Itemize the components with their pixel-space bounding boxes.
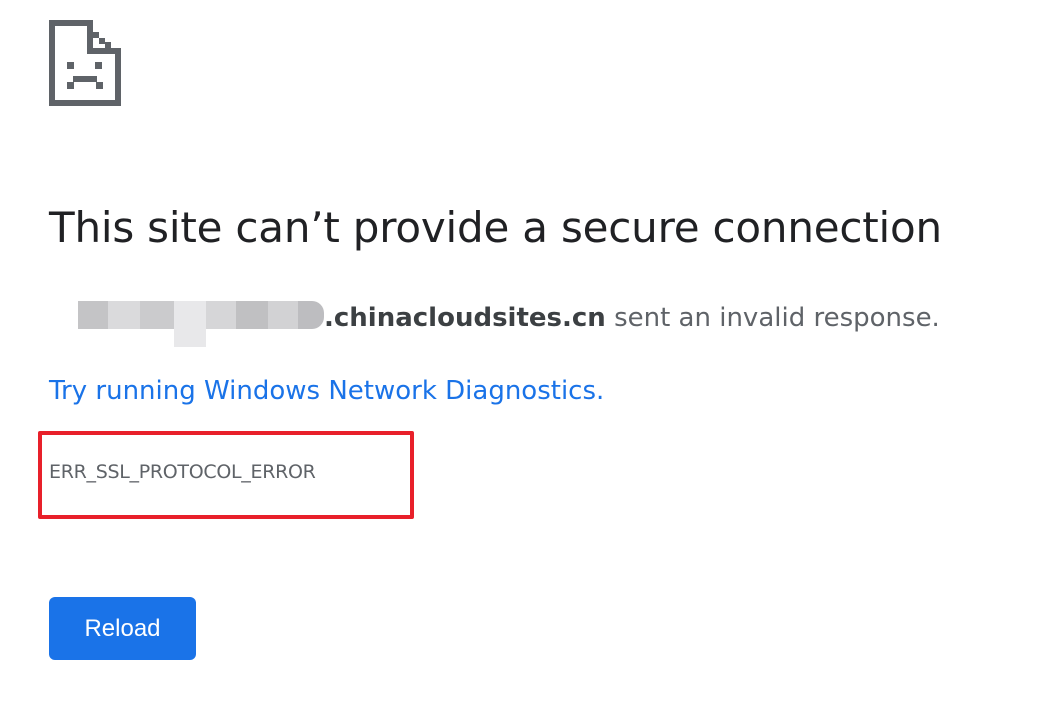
reload-button[interactable]: Reload	[49, 597, 196, 660]
error-code: ERR_SSL_PROTOCOL_ERROR	[49, 461, 316, 483]
network-diagnostics-link[interactable]: Try running Windows Network Diagnostics.	[49, 376, 604, 406]
page-title: This site can’t provide a secure connect…	[49, 203, 942, 252]
host-name: .chinacloudsites.cn	[324, 303, 606, 333]
redacted-hostname-block	[78, 299, 324, 347]
error-summary: .chinacloudsites.cn sent an invalid resp…	[78, 298, 940, 347]
sad-page-icon	[49, 20, 121, 106]
summary-message: sent an invalid response.	[605, 303, 940, 333]
